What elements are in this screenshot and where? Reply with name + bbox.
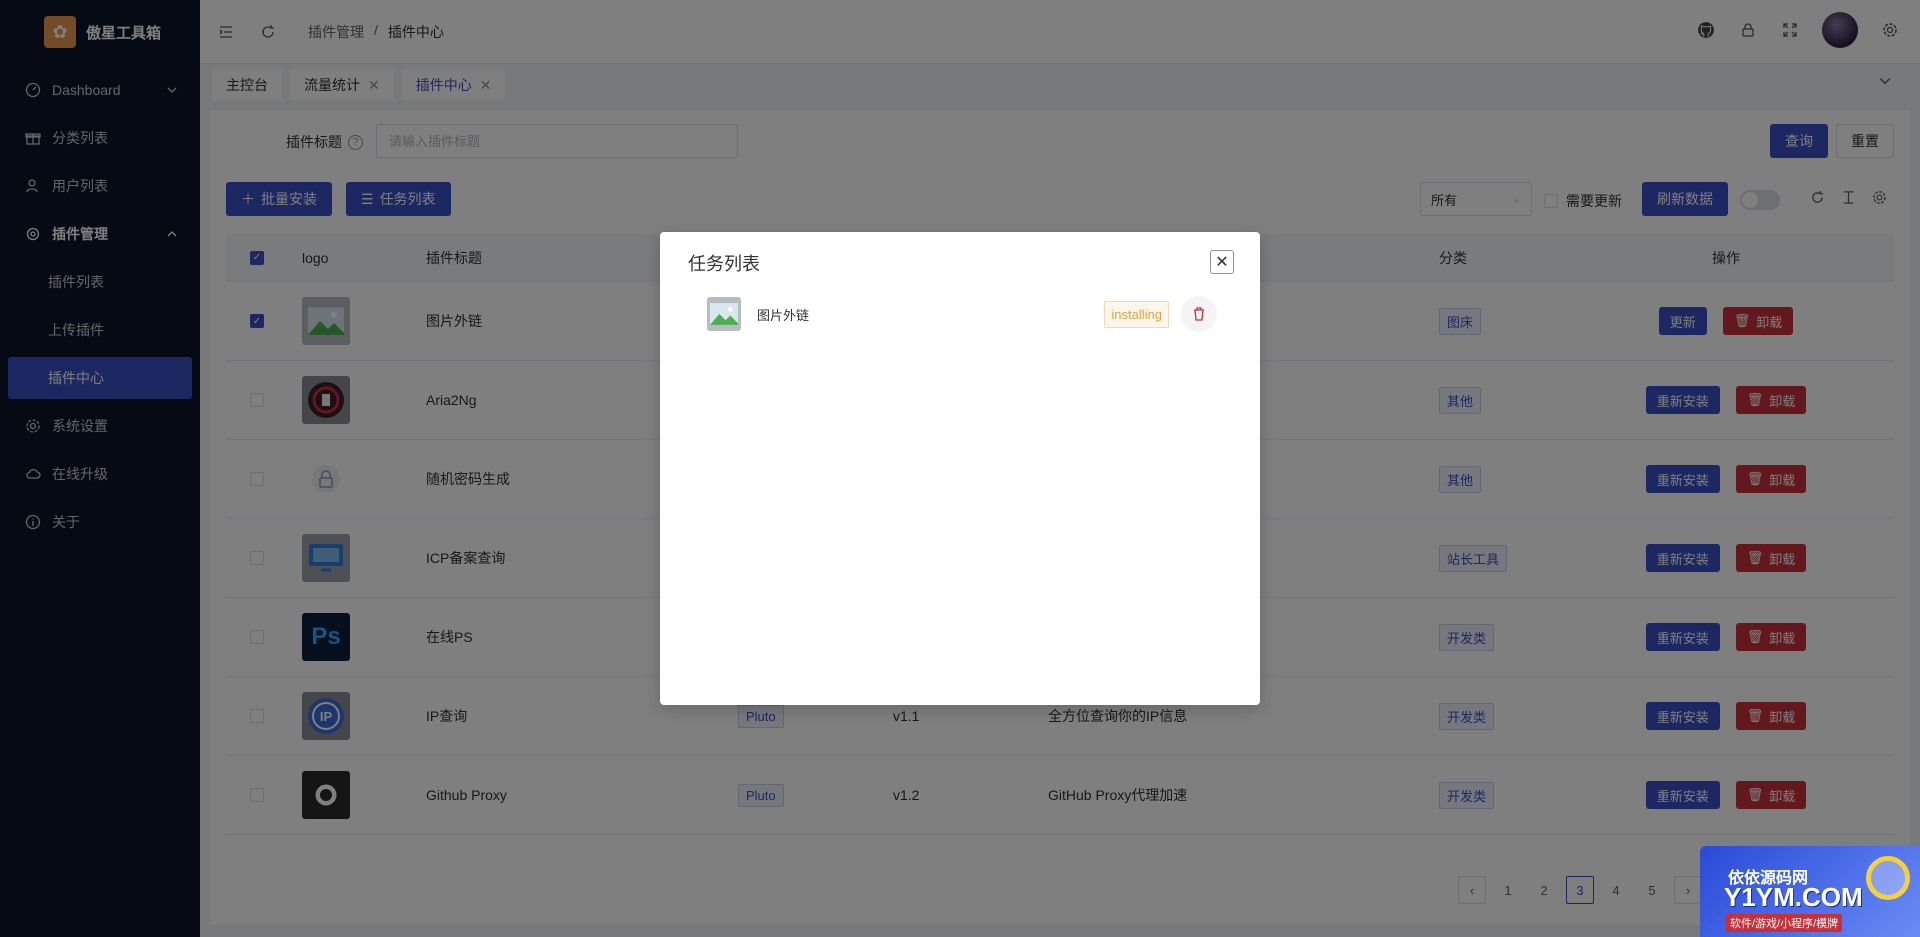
task-list-dialog: 任务列表 ✕ 图片外链 installing [660, 232, 1260, 705]
delete-task-button[interactable] [1181, 296, 1217, 332]
status-badge: installing [1104, 301, 1169, 328]
task-name: 图片外链 [757, 307, 810, 323]
close-icon[interactable]: ✕ [1210, 250, 1234, 274]
magnifier-icon [1866, 856, 1910, 900]
watermark-text: Y1YM.COM [1724, 882, 1863, 912]
watermark-logo: 依依源码网 Y1YM.COM 软件/游戏/小程序/模牌 [1700, 846, 1920, 937]
image-icon [707, 297, 741, 331]
dialog-title: 任务列表 [688, 254, 760, 274]
trash-icon [1194, 307, 1204, 321]
watermark-text: 软件/游戏/小程序/模牌 [1726, 914, 1843, 932]
task-item: 图片外链 installing [707, 296, 1217, 332]
